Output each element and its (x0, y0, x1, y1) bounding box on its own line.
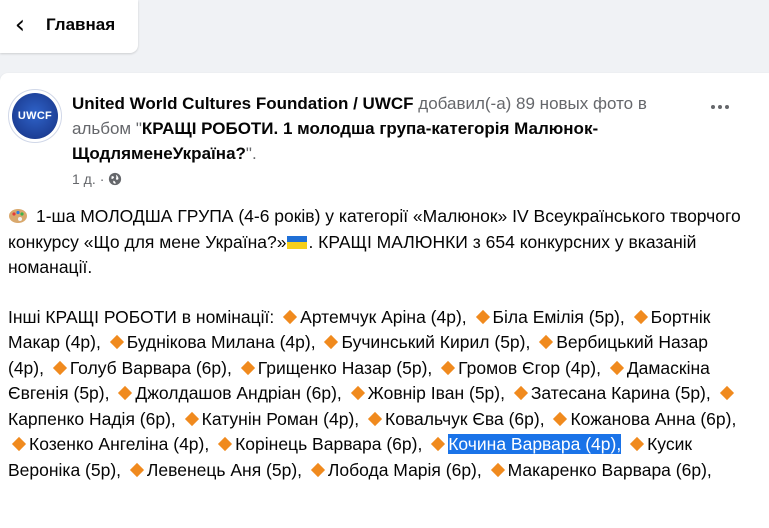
orange-diamond-icon (609, 360, 624, 375)
orange-diamond-icon (539, 334, 554, 350)
orange-diamond-icon (310, 462, 325, 477)
nominee-name: Кочина Варвара (4р), (448, 434, 622, 454)
ukraine-flag-icon (287, 235, 308, 249)
palette-icon (9, 209, 27, 223)
orange-diamond-icon (184, 411, 199, 426)
orange-diamond-icon (350, 385, 365, 401)
orange-diamond-icon (324, 334, 339, 350)
globe-icon[interactable] (108, 172, 122, 186)
nominee-name: Лобода Марія (6р), (327, 459, 482, 480)
orange-diamond-icon (630, 436, 645, 452)
post-body: 1-ша МОЛОДША ГРУПА (4-6 років) у категор… (8, 204, 748, 483)
album-link[interactable]: КРАЩІ РОБОТИ. 1 молодша група-категорія … (72, 119, 598, 163)
orange-diamond-icon (490, 462, 505, 477)
orange-diamond-icon (431, 436, 446, 452)
avatar-logo: UWCF (12, 93, 58, 139)
orange-diamond-icon (633, 309, 648, 324)
orange-diamond-icon (218, 436, 233, 452)
nominee-name: Левенець Аня (5р), (146, 459, 303, 480)
top-nav-bar: ‹ Главная (0, 0, 138, 53)
orange-diamond-icon (283, 309, 298, 324)
nominee-name: Козенко Ангеліна (4р), (29, 434, 210, 454)
intro-paragraph: 1-ша МОЛОДША ГРУПА (4-6 років) у категор… (8, 204, 748, 281)
nominee-name: Макаренко Варвара (6р), (507, 459, 712, 480)
nominee-name: Затесана Карина (5р), (530, 383, 711, 403)
orange-diamond-icon (118, 385, 133, 401)
nominee-name: Артемчук Аріна (4р), (300, 306, 467, 327)
orange-diamond-icon (719, 385, 734, 401)
post-card: UWCF United World Cultures Foundation / … (0, 73, 769, 528)
nominee-name: Карпенко Надія (6р), (8, 408, 176, 429)
orange-diamond-icon (553, 411, 568, 426)
nominee-name: Жовнір Іван (5р), (367, 383, 505, 403)
nominee-name: Голуб Варвара (6р), (69, 357, 232, 378)
orange-diamond-icon (475, 309, 490, 324)
nominees-lead: Інші КРАЩІ РОБОТИ в номінації: (8, 306, 275, 327)
orange-diamond-icon (11, 436, 27, 452)
nominee-name: Громов Єгор (4р), (458, 357, 601, 378)
nominee-name: Грищенко Назар (5р), (257, 357, 433, 378)
nominee-name: Корінець Варвара (6р), (235, 434, 423, 454)
post-time[interactable]: 1 д. (72, 171, 96, 187)
orange-diamond-icon (52, 360, 67, 375)
orange-diamond-icon (367, 411, 383, 426)
author-name[interactable]: United World Cultures Foundation / UWCF (72, 94, 414, 113)
nominee-name: Кожанова Анна (6р), (570, 408, 737, 429)
nominee-name: Біла Емілія (5р), (492, 306, 625, 327)
nominee-name: Катунін Роман (4р), (201, 408, 360, 429)
back-arrow-icon[interactable]: ‹ (10, 12, 30, 38)
back-label[interactable]: Главная (46, 15, 115, 35)
nominee-name: Бучинський Кирил (5р), (341, 332, 531, 352)
page-avatar[interactable]: UWCF (8, 89, 62, 143)
orange-diamond-icon (109, 334, 124, 350)
post-meta: 1 д. · (72, 171, 122, 187)
orange-diamond-icon (129, 462, 144, 477)
meta-dot: · (99, 171, 105, 187)
orange-diamond-icon (513, 385, 528, 401)
nominees-paragraph: Інші КРАЩІ РОБОТИ в номінації: Артемчук … (8, 305, 748, 484)
nominee-name: Ковальчук Єва (6р), (385, 408, 545, 429)
nominee-name: Буднікова Милана (4р), (126, 332, 316, 352)
action-end: ". (245, 144, 257, 163)
more-options-icon[interactable] (706, 97, 734, 117)
post-header: United World Cultures Foundation / UWCF … (72, 91, 672, 166)
orange-diamond-icon (441, 360, 456, 375)
nominee-name: Джолдашов Андріан (6р), (135, 383, 342, 403)
orange-diamond-icon (240, 360, 255, 375)
